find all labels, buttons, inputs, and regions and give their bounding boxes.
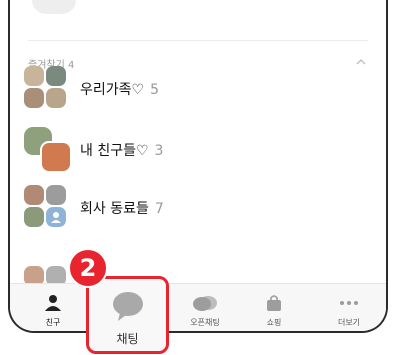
avatar [40, 141, 72, 173]
chat-bubble-icon [113, 292, 143, 321]
avatar [46, 207, 66, 227]
tab-label: 채팅 [116, 332, 139, 346]
tab-label: 친구 [45, 318, 61, 327]
tab-shopping[interactable]: 쇼핑 [239, 284, 309, 331]
tab-friends[interactable]: 친구 [18, 284, 88, 331]
avatar [46, 185, 66, 205]
person-icon [45, 295, 61, 311]
profile-row-partial[interactable] [30, 0, 370, 24]
avatar [46, 66, 66, 86]
member-count: 3 [154, 143, 164, 159]
avatar [32, 0, 76, 14]
avatar [24, 88, 44, 108]
step-marker: 2 [68, 248, 108, 288]
more-icon [340, 301, 358, 305]
default-person-icon [51, 212, 61, 223]
tab-label: 쇼핑 [266, 318, 282, 327]
tab-more[interactable]: 더보기 [314, 284, 384, 331]
divider [28, 40, 368, 41]
favorite-group-coworkers[interactable]: 회사 동료들 7 [24, 185, 364, 229]
member-count: 7 [154, 201, 164, 217]
favorite-group-friends[interactable]: 내 친구들♡ 3 [24, 127, 364, 173]
group-name: 회사 동료들 7 [80, 201, 164, 217]
shopping-bag-icon [267, 295, 281, 311]
open-chat-icon [193, 296, 217, 311]
group-name: 내 친구들♡ 3 [80, 143, 164, 159]
tab-label: 더보기 [337, 318, 361, 327]
tab-label: 오픈채팅 [190, 318, 220, 327]
avatar [46, 88, 66, 108]
phone-frame: 즐겨찾기 4 우리가족♡ 5 내 친구들♡ 3 회사 동료들 7 친구 오픈채팅… [8, 0, 388, 333]
group-name: 우리가족♡ 5 [80, 82, 159, 98]
avatar [24, 207, 44, 227]
tab-open-chat[interactable]: 오픈채팅 [170, 284, 240, 331]
avatar [24, 66, 44, 86]
member-count: 5 [150, 82, 159, 98]
bottom-tab-bar: 친구 오픈채팅 쇼핑 더보기 [10, 283, 386, 331]
favorite-group-family[interactable]: 우리가족♡ 5 [24, 66, 364, 110]
avatar [24, 185, 44, 205]
tab-chats[interactable]: 채팅 [86, 276, 169, 354]
